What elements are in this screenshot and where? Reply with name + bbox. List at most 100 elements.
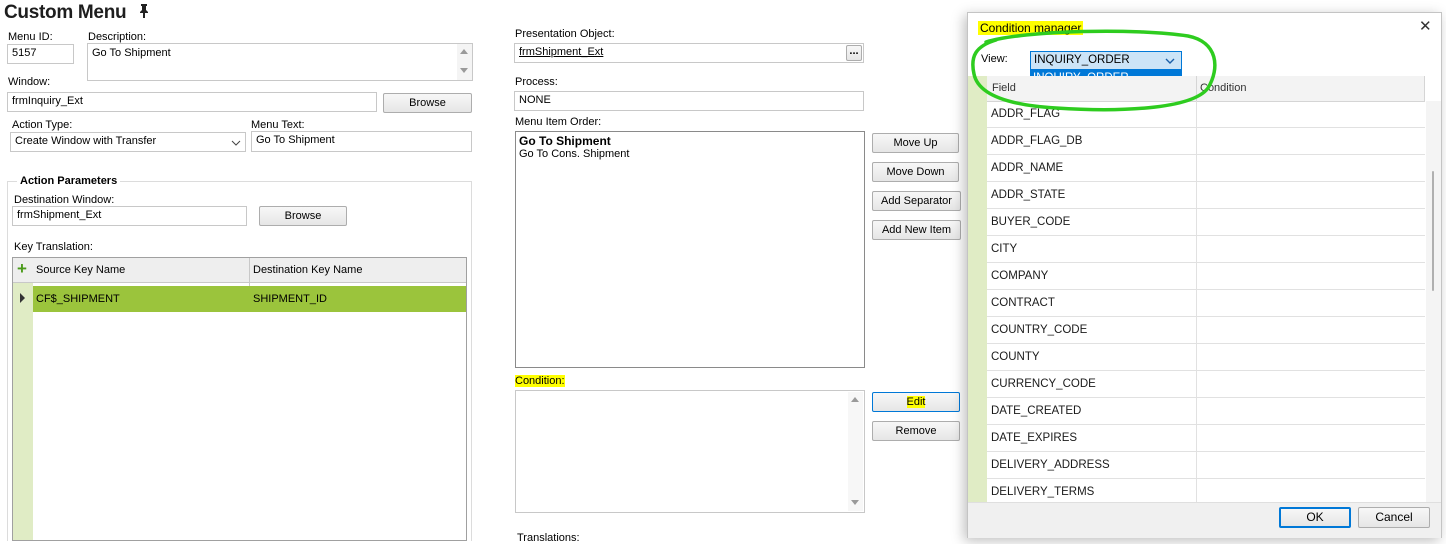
- field-name-cell[interactable]: CONTRACT: [991, 290, 1055, 317]
- grid-scrollbar[interactable]: [1426, 101, 1441, 502]
- field-row[interactable]: BUYER_CODE: [968, 209, 1425, 236]
- field-row[interactable]: CONTRACT: [968, 290, 1425, 317]
- destination-window-field[interactable]: frmShipment_Ext: [12, 206, 247, 226]
- column-destination-key[interactable]: Destination Key Name: [253, 258, 362, 282]
- action-parameters-title: Action Parameters: [17, 175, 121, 187]
- field-name-cell[interactable]: DELIVERY_TERMS: [991, 479, 1094, 502]
- row-gutter-cell: [968, 398, 987, 425]
- field-row[interactable]: DATE_CREATED: [968, 398, 1425, 425]
- row-gutter-cell: [968, 263, 987, 290]
- field-name-cell[interactable]: ADDR_FLAG_DB: [991, 128, 1082, 155]
- column-divider: [1196, 371, 1197, 398]
- scroll-up-icon[interactable]: [460, 49, 468, 54]
- row-gutter-cell: [968, 425, 987, 452]
- description-label: Description:: [88, 31, 147, 43]
- field-name-cell[interactable]: COUNTY: [991, 344, 1040, 371]
- presentation-object-field[interactable]: frmShipment_Ext: [514, 43, 864, 63]
- condition-textarea[interactable]: [515, 390, 865, 513]
- field-row[interactable]: COUNTY: [968, 344, 1425, 371]
- field-name-cell[interactable]: CURRENCY_CODE: [991, 371, 1096, 398]
- menu-text-label: Menu Text:: [251, 119, 305, 131]
- field-name-cell[interactable]: CITY: [991, 236, 1017, 263]
- destination-browse-button[interactable]: Browse: [259, 206, 347, 226]
- source-key-cell[interactable]: CF$_SHIPMENT: [36, 286, 120, 312]
- field-name-cell[interactable]: BUYER_CODE: [991, 209, 1070, 236]
- menu-item-order-list[interactable]: Go To Shipment Go To Cons. Shipment: [515, 131, 865, 368]
- column-divider: [1424, 76, 1425, 101]
- field-row[interactable]: DELIVERY_TERMS: [968, 479, 1425, 502]
- action-type-select[interactable]: Create Window with Transfer: [10, 132, 246, 152]
- field-name-cell[interactable]: COMPANY: [991, 263, 1048, 290]
- field-name-cell[interactable]: DATE_EXPIRES: [991, 425, 1077, 452]
- column-divider: [1196, 128, 1197, 155]
- row-gutter-cell: [968, 317, 987, 344]
- column-divider: [1196, 479, 1197, 502]
- action-type-value: Create Window with Transfer: [15, 135, 157, 147]
- pin-icon[interactable]: [137, 3, 151, 19]
- window-field[interactable]: frmInquiry_Ext: [7, 92, 377, 112]
- condition-label: Condition:: [515, 375, 565, 387]
- move-down-button[interactable]: Move Down: [872, 162, 959, 182]
- scrollbar-thumb[interactable]: [1432, 171, 1434, 291]
- process-field[interactable]: NONE: [514, 91, 864, 111]
- action-type-label: Action Type:: [12, 119, 73, 131]
- menu-text-field[interactable]: Go To Shipment: [251, 131, 472, 152]
- row-gutter-cell: [968, 182, 987, 209]
- field-row[interactable]: ADDR_STATE: [968, 182, 1425, 209]
- page-title: Custom Menu: [4, 2, 151, 24]
- chevron-down-icon: [231, 140, 241, 146]
- column-divider: [1196, 263, 1197, 290]
- field-name-cell[interactable]: ADDR_STATE: [991, 182, 1065, 209]
- ok-button[interactable]: OK: [1279, 507, 1351, 528]
- menu-id-field[interactable]: 5157: [7, 44, 74, 64]
- field-row[interactable]: CURRENCY_CODE: [968, 371, 1425, 398]
- row-gutter-cell: [968, 209, 987, 236]
- move-up-button[interactable]: Move Up: [872, 133, 959, 153]
- column-divider: [1196, 182, 1197, 209]
- condition-scrollbar[interactable]: [848, 392, 863, 511]
- scroll-up-icon[interactable]: [851, 397, 859, 402]
- description-scrollbar[interactable]: [457, 44, 472, 80]
- field-row[interactable]: ADDR_FLAG_DB: [968, 128, 1425, 155]
- presentation-ellipsis-button[interactable]: ...: [846, 45, 862, 61]
- description-field[interactable]: Go To Shipment: [87, 43, 473, 81]
- edit-button[interactable]: Edit: [872, 392, 960, 412]
- add-separator-button[interactable]: Add Separator: [872, 191, 961, 211]
- add-row-icon[interactable]: +: [17, 260, 27, 278]
- field-row[interactable]: COMPANY: [968, 263, 1425, 290]
- field-row[interactable]: DELIVERY_ADDRESS: [968, 452, 1425, 479]
- scroll-down-icon[interactable]: [851, 500, 859, 505]
- field-row[interactable]: CITY: [968, 236, 1425, 263]
- cancel-button[interactable]: Cancel: [1358, 507, 1430, 528]
- row-gutter-cell: [968, 452, 987, 479]
- close-icon[interactable]: ✕: [1419, 17, 1432, 35]
- list-item[interactable]: Go To Cons. Shipment: [519, 148, 629, 160]
- menu-item-order-label: Menu Item Order:: [515, 116, 602, 128]
- field-row[interactable]: DATE_EXPIRES: [968, 425, 1425, 452]
- field-row[interactable]: COUNTRY_CODE: [968, 317, 1425, 344]
- column-source-key[interactable]: Source Key Name: [36, 258, 125, 282]
- field-name-cell[interactable]: DATE_CREATED: [991, 398, 1081, 425]
- list-item[interactable]: Go To Shipment: [519, 134, 611, 148]
- field-name-cell[interactable]: DELIVERY_ADDRESS: [991, 452, 1110, 479]
- field-name-cell[interactable]: COUNTRY_CODE: [991, 317, 1087, 344]
- column-divider: [1196, 452, 1197, 479]
- presentation-object-label: Presentation Object:: [515, 28, 615, 40]
- field-row[interactable]: ADDR_NAME: [968, 155, 1425, 182]
- remove-button[interactable]: Remove: [872, 421, 960, 441]
- destination-key-cell[interactable]: SHIPMENT_ID: [253, 286, 327, 312]
- column-divider: [1196, 290, 1197, 317]
- field-grid[interactable]: Field Condition ADDR_FLAG ADDR_FLAG_DB ADD…: [968, 76, 1441, 502]
- column-divider: [1196, 398, 1197, 425]
- column-divider: [1196, 317, 1197, 344]
- field-name-cell[interactable]: ADDR_NAME: [991, 155, 1063, 182]
- scroll-down-icon[interactable]: [460, 68, 468, 73]
- column-divider: [1196, 209, 1197, 236]
- column-divider: [1196, 425, 1197, 452]
- add-new-item-button[interactable]: Add New Item: [872, 220, 961, 240]
- destination-window-label: Destination Window:: [14, 194, 115, 206]
- key-translation-grid[interactable]: + Source Key Name Destination Key Name C…: [12, 257, 467, 541]
- row-gutter-cell: [968, 155, 987, 182]
- menu-id-label: Menu ID:: [8, 31, 53, 43]
- window-browse-button[interactable]: Browse: [383, 93, 472, 113]
